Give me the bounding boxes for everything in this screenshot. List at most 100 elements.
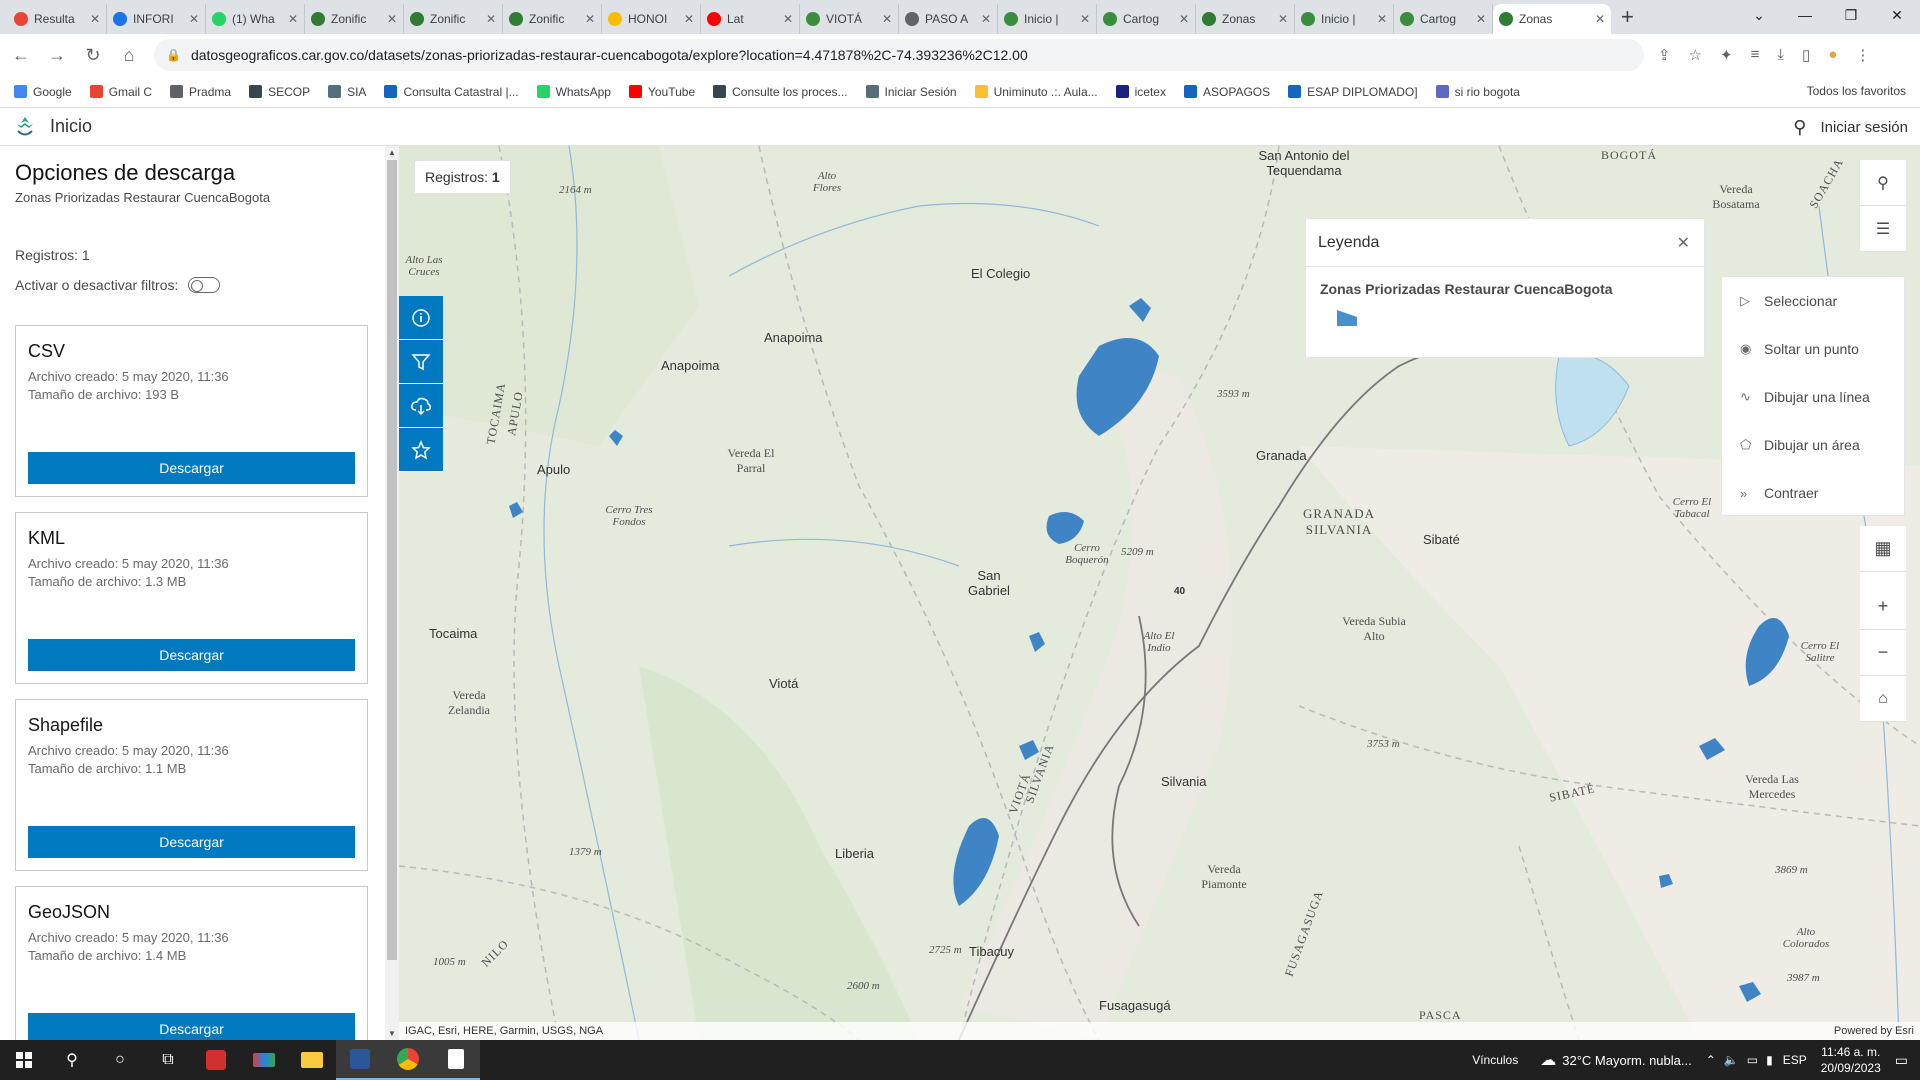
bookmark-3[interactable]: SECOP bbox=[249, 85, 310, 99]
download-button-csv[interactable]: Descargar bbox=[28, 452, 355, 484]
close-tab-icon[interactable]: ✕ bbox=[783, 12, 793, 26]
bookmark-1[interactable]: Gmail C bbox=[89, 85, 152, 99]
address-bar[interactable]: 🔒 datosgeograficos.car.gov.co/datasets/z… bbox=[154, 39, 1644, 71]
bookmark-6[interactable]: WhatsApp bbox=[536, 85, 611, 99]
bookmark-0[interactable]: Google bbox=[14, 85, 72, 99]
chrome-app[interactable] bbox=[384, 1040, 432, 1080]
tab-6[interactable]: HONOI ✕ bbox=[602, 4, 701, 34]
search-taskbar-button[interactable]: ⚲ bbox=[48, 1040, 96, 1080]
download-button-geojson[interactable]: Descargar bbox=[28, 1013, 355, 1040]
close-tab-icon[interactable]: ✕ bbox=[1476, 12, 1486, 26]
bookmark-10[interactable]: Uniminuto .:. Aula... bbox=[974, 85, 1098, 99]
bookmark-7[interactable]: YouTube bbox=[628, 85, 695, 99]
sketch-line[interactable]: ∿ Dibujar una línea bbox=[1722, 373, 1904, 421]
tab-13[interactable]: Inicio | ✕ bbox=[1295, 4, 1394, 34]
bookmark-4[interactable]: SIA bbox=[328, 85, 366, 99]
task-view-button[interactable]: ⧉ bbox=[144, 1040, 192, 1080]
close-tab-icon[interactable]: ✕ bbox=[585, 12, 595, 26]
clock[interactable]: 11:46 a. m. 20/09/2023 bbox=[1821, 1044, 1881, 1076]
sketch-collapse[interactable]: » Contraer bbox=[1722, 469, 1904, 517]
info-button[interactable] bbox=[399, 296, 443, 340]
car-logo-icon[interactable] bbox=[12, 114, 38, 140]
close-tab-icon[interactable]: ✕ bbox=[486, 12, 496, 26]
bookmark-14[interactable]: si rio bogota bbox=[1435, 85, 1520, 99]
legend-toggle-button[interactable]: ☰ bbox=[1860, 206, 1906, 252]
links-toolbar[interactable]: Vínculos bbox=[1472, 1053, 1518, 1067]
close-tab-icon[interactable]: ✕ bbox=[90, 12, 100, 26]
battery-icon[interactable]: ▮ bbox=[1766, 1053, 1773, 1067]
tab-10[interactable]: Inicio | ✕ bbox=[998, 4, 1097, 34]
search-icon[interactable]: ⚲ bbox=[1793, 117, 1806, 138]
bookmark-13[interactable]: ESAP DIPLOMADO] bbox=[1288, 85, 1418, 99]
tab-active[interactable]: Zonas ✕ bbox=[1493, 4, 1611, 34]
table-button[interactable]: ▦ bbox=[1860, 526, 1906, 572]
tab-3[interactable]: Zonific ✕ bbox=[305, 4, 404, 34]
bookmark-9[interactable]: Iniciar Sesión bbox=[865, 85, 957, 99]
sketch-area[interactable]: ⬠ Dibujar un área bbox=[1722, 421, 1904, 469]
all-bookmarks[interactable]: Todos los favoritos bbox=[1807, 84, 1906, 98]
file-explorer-app[interactable] bbox=[288, 1040, 336, 1080]
profile-avatar[interactable]: ● bbox=[1828, 46, 1837, 64]
download-icon[interactable]: ⤓ bbox=[1777, 46, 1784, 64]
new-tab-button[interactable]: + bbox=[1621, 4, 1634, 30]
tab-7[interactable]: Lat ✕ bbox=[701, 4, 800, 34]
bookmark-8[interactable]: Consulte los proces... bbox=[713, 85, 848, 99]
media-app[interactable] bbox=[240, 1040, 288, 1080]
map-view[interactable]: San Antonio del Tequendama El Colegio An… bbox=[399, 146, 1920, 1040]
tab-5[interactable]: Zonific ✕ bbox=[503, 4, 602, 34]
scrollbar-thumb[interactable] bbox=[387, 160, 397, 960]
sketch-point[interactable]: ◉ Soltar un punto bbox=[1722, 325, 1904, 373]
lock-icon[interactable]: 🔒 bbox=[166, 48, 181, 62]
start-button[interactable] bbox=[0, 1040, 48, 1080]
sign-in-link[interactable]: Iniciar sesión bbox=[1820, 119, 1908, 136]
close-tab-icon[interactable]: ✕ bbox=[981, 12, 991, 26]
minimize-button[interactable]: — bbox=[1782, 0, 1828, 30]
sketch-select[interactable]: ▷ Seleccionar bbox=[1722, 277, 1904, 325]
bookmark-11[interactable]: icetex bbox=[1115, 85, 1166, 99]
zoom-in-button[interactable]: + bbox=[1860, 584, 1906, 630]
default-extent-button[interactable]: ⌂ bbox=[1860, 676, 1906, 722]
extensions-icon[interactable]: ✦ bbox=[1720, 46, 1733, 64]
notifications-icon[interactable]: ▭ bbox=[1895, 1052, 1908, 1069]
tab-search-icon[interactable]: ⌄ bbox=[1736, 0, 1782, 30]
filter-toggle[interactable] bbox=[188, 277, 221, 293]
close-tab-icon[interactable]: ✕ bbox=[882, 12, 892, 26]
close-tab-icon[interactable]: ✕ bbox=[1179, 12, 1189, 26]
download-button-kml[interactable]: Descargar bbox=[28, 639, 355, 671]
close-tab-icon[interactable]: ✕ bbox=[684, 12, 694, 26]
filter-button[interactable] bbox=[399, 340, 443, 384]
zoom-out-button[interactable]: − bbox=[1860, 630, 1906, 676]
close-tab-icon[interactable]: ✕ bbox=[1377, 12, 1387, 26]
reading-list-icon[interactable]: ≡ bbox=[1751, 46, 1760, 64]
tab-11[interactable]: Cartog ✕ bbox=[1097, 4, 1196, 34]
word-app[interactable] bbox=[336, 1040, 384, 1080]
close-tab-icon[interactable]: ✕ bbox=[1278, 12, 1288, 26]
download-tool-button[interactable] bbox=[399, 384, 443, 428]
side-panel-icon[interactable]: ▯ bbox=[1802, 46, 1810, 64]
menu-kebab-icon[interactable]: ⋮ bbox=[1855, 46, 1870, 64]
chevron-up-icon[interactable]: ⌃ bbox=[1706, 1053, 1716, 1067]
acrobat-app[interactable] bbox=[192, 1040, 240, 1080]
scroll-up-icon[interactable]: ▲ bbox=[385, 148, 399, 157]
bookmark-2[interactable]: Pradma bbox=[170, 85, 231, 99]
tab-2[interactable]: (1) Wha ✕ bbox=[206, 4, 305, 34]
close-tab-icon[interactable]: ✕ bbox=[1595, 12, 1605, 26]
close-tab-icon[interactable]: ✕ bbox=[288, 12, 298, 26]
tab-8[interactable]: VIOTÁ ✕ bbox=[800, 4, 899, 34]
close-legend-icon[interactable]: ✕ bbox=[1677, 233, 1690, 253]
forward-button[interactable]: → bbox=[42, 45, 72, 66]
home-button[interactable]: ⌂ bbox=[114, 45, 144, 66]
scroll-down-icon[interactable]: ▼ bbox=[385, 1029, 399, 1038]
volume-icon[interactable]: 🔈 bbox=[1724, 1053, 1739, 1067]
tab-9[interactable]: PASO A ✕ bbox=[899, 4, 998, 34]
network-icon[interactable]: ▭ bbox=[1747, 1053, 1758, 1067]
close-window-button[interactable]: ✕ bbox=[1874, 0, 1920, 30]
tab-4[interactable]: Zonific ✕ bbox=[404, 4, 503, 34]
map-search-button[interactable]: ⚲ bbox=[1860, 160, 1906, 206]
home-link[interactable]: Inicio bbox=[50, 116, 92, 137]
cortana-button[interactable]: ○ bbox=[96, 1040, 144, 1080]
language-indicator[interactable]: ESP bbox=[1783, 1053, 1807, 1067]
bookmark-12[interactable]: ASOPAGOS bbox=[1183, 85, 1270, 99]
download-button-shapefile[interactable]: Descargar bbox=[28, 826, 355, 858]
tab-1[interactable]: INFORI ✕ bbox=[107, 4, 206, 34]
